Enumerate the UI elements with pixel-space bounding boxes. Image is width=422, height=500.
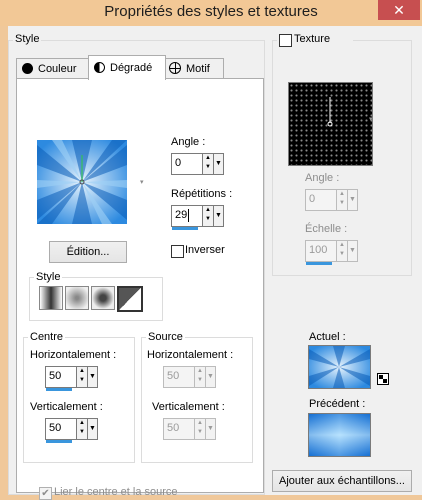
source-vertical-label: Verticalement : [152,401,225,413]
texture-dropdown-icon: ▾ [369,116,373,123]
tab-motif-label: Motif [186,63,210,75]
previous-label: Précédent : [309,398,366,410]
dialog-client: Style Couleur Dégradé Motif ▾ Angle: 0 … [8,26,422,500]
tab-couleur-label: Couleur [38,63,77,75]
text-cursor [188,209,189,222]
angle-label: Angle : [171,136,206,148]
current-swatch [308,345,371,389]
repetitions-dropdown-icon[interactable]: ▼ [213,206,223,226]
source-horizontal-spinner: 50 ▲ ▼ ▼ [163,366,216,388]
center-vertical-spinner[interactable]: 50 ▲ ▼ ▼ [45,418,98,443]
add-to-swatches-button[interactable]: Ajouter aux échantillons... [272,470,412,492]
source-horizontal-value: 50 [167,370,180,382]
texture-angle-dropdown-icon: ▼ [347,190,357,210]
source-horizontal-dropdown-icon: ▼ [205,367,215,387]
source-vertical-dropdown-icon: ▼ [205,419,215,439]
linear-style-icon[interactable] [39,286,63,310]
source-vertical-stepper-icon: ▲ ▼ [194,419,205,439]
texture-angle-label: Angle : [305,172,340,184]
gradient-preview-dropdown-icon[interactable]: ▾ [140,178,144,186]
title-bar: Propriétés des styles et textures ✕ [0,0,422,26]
radial-style-icon[interactable] [91,286,115,310]
invert-checkbox[interactable] [171,245,184,258]
repetitions-value[interactable]: 29 [175,209,187,221]
repetitions-stepper-icon[interactable]: ▲ ▼ [202,206,213,226]
previous-gradient-overlay [309,414,370,456]
tab-degrade-label: Dégradé [110,62,153,74]
edit-button[interactable]: Édition... [49,241,127,263]
texture-preview[interactable] [288,82,373,166]
invert-label[interactable]: Inverser [185,244,225,256]
texture-angle-stepper-icon: ▲ ▼ [336,190,347,210]
center-horizontal-value[interactable]: 50 [49,370,61,382]
center-vertical-value[interactable]: 50 [49,422,61,434]
center-vertical-stepper-icon[interactable]: ▲ ▼ [76,419,87,439]
tab-degrade[interactable]: Dégradé [88,55,166,80]
gradient-preview-icon [37,140,127,224]
center-vertical-label: Verticalement : [30,401,103,413]
angle-value[interactable]: 0 [175,157,181,169]
current-gradient-icon [309,346,370,388]
link-label: Lier le centre et la source [54,486,178,498]
motif-icon [169,62,181,74]
couleur-icon [22,63,33,74]
texture-center-marker-icon [327,97,333,127]
previous-swatch[interactable] [308,413,371,457]
center-horizontal-stepper-icon[interactable]: ▲ ▼ [76,367,87,387]
texture-angle-value: 0 [309,193,316,205]
tab-couleur[interactable]: Couleur [16,58,90,79]
texture-scale-stepper-icon: ▲ ▼ [336,241,347,261]
center-horizontal-dropdown-icon[interactable]: ▼ [87,367,97,387]
center-group-label: Centre [28,331,66,343]
current-label: Actuel : [309,331,346,343]
texture-scale-spinner: 100 ▲ ▼ ▼ [305,240,358,265]
angle-dropdown-icon[interactable]: ▼ [213,154,223,174]
texture-scale-label: Échelle : [305,223,348,235]
texture-angle-spinner: 0 ▲ ▼ ▼ [305,189,358,211]
texture-scale-value: 100 [309,244,328,256]
source-vertical-spinner: 50 ▲ ▼ ▼ [163,418,216,440]
link-checkbox: ✔ [39,487,52,500]
gradient-tab-panel: ▾ Angle : 0 ▲ ▼ ▼ Répétitions : 29 ▲ ▼ ▼ É… [16,78,264,500]
angle-spinner[interactable]: 0 ▲ ▼ ▼ [171,153,224,175]
close-button[interactable]: ✕ [378,0,420,20]
source-group-label: Source [146,331,185,343]
texture-scale-level-bar [306,262,332,265]
gradient-preview[interactable] [37,140,127,224]
center-horizontal-spinner[interactable]: 50 ▲ ▼ ▼ [45,366,98,391]
source-vertical-value: 50 [167,422,180,434]
degrade-icon [94,62,105,73]
rectangular-style-icon[interactable] [65,286,89,310]
tab-motif[interactable]: Motif [164,58,224,79]
source-horizontal-stepper-icon: ▲ ▼ [194,367,205,387]
center-vertical-level-bar [46,440,72,443]
window-title: Propriétés des styles et textures [104,3,318,20]
repetitions-spinner[interactable]: 29 ▲ ▼ ▼ [171,205,224,230]
swap-swatch-icon[interactable] [377,373,389,385]
texture-group-header: Texture [277,33,353,47]
center-vertical-dropdown-icon[interactable]: ▼ [87,419,97,439]
gradient-style-label: Style [34,271,63,283]
texture-checkbox[interactable] [279,34,292,47]
sunburst-style-icon[interactable] [117,286,143,312]
angle-stepper-icon[interactable]: ▲ ▼ [202,154,213,174]
center-horizontal-label: Horizontalement : [30,349,117,361]
repetitions-label: Répétitions : [171,188,233,200]
repetitions-level-bar [172,227,198,230]
center-horizontal-level-bar [46,388,72,391]
texture-label[interactable]: Texture [294,33,330,45]
texture-scale-dropdown-icon: ▼ [347,241,357,261]
style-group-label: Style [13,33,42,45]
source-horizontal-label: Horizontalement : [147,349,234,361]
